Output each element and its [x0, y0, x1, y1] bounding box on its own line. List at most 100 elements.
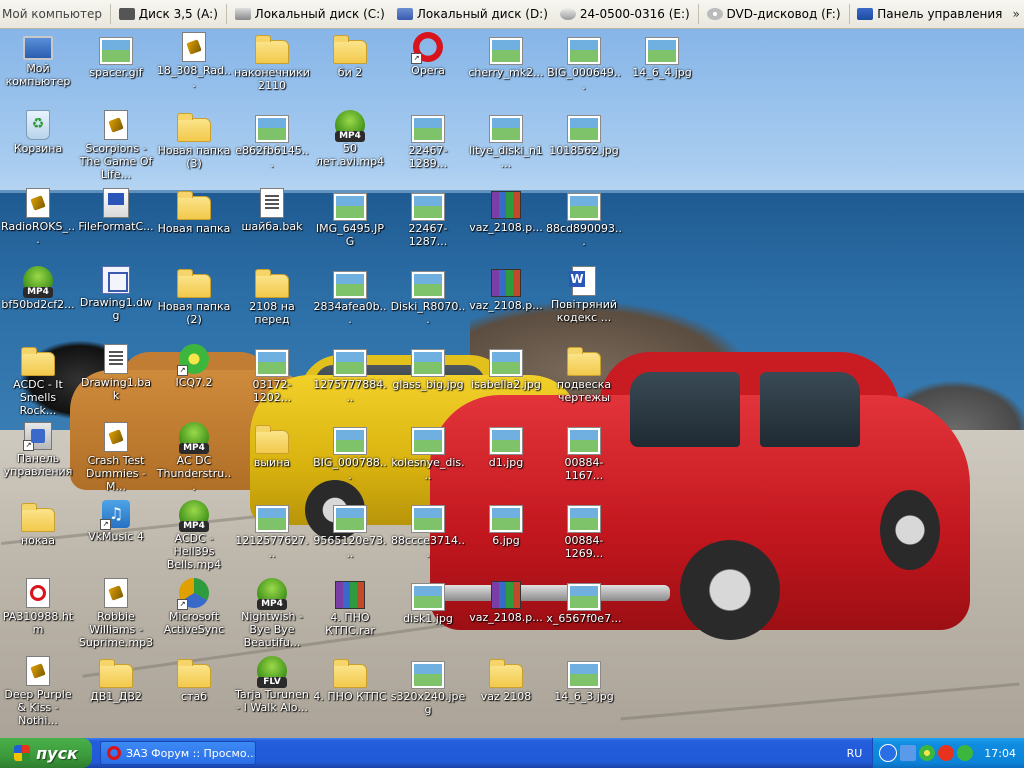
desktop-icon[interactable]: 88cd890093...	[546, 188, 622, 248]
desktop-icon[interactable]: Drawing1.bak	[78, 344, 154, 402]
desktop-icon[interactable]: Robbie Williams - Suprime.mp3	[78, 578, 154, 649]
desktop-icon[interactable]: подвеска чертежы	[546, 344, 622, 404]
image-file-icon	[490, 38, 522, 64]
desktop-icon[interactable]: 03172-1202...	[234, 344, 310, 404]
desktop-icon[interactable]: 00884-1269...	[546, 500, 622, 560]
desktop-icon[interactable]: 1212577627...	[234, 500, 310, 560]
desktop-icon[interactable]: ↗ Microsoft ActiveSync	[156, 578, 232, 636]
desktop-icon[interactable]: 14_6_3.jpg	[546, 656, 622, 703]
desktop-icon[interactable]: isabella2.jpg	[468, 344, 544, 391]
start-button[interactable]: пуск	[0, 738, 92, 768]
desktop-icon-label: стаб	[181, 690, 207, 703]
desktop-icon[interactable]: 1275777884...	[312, 344, 388, 404]
desktop-icon[interactable]: spacer.gif	[78, 32, 154, 79]
desktop-icon[interactable]: ↗ ICQ7.2	[156, 344, 232, 389]
desktop-icon-label: 22467-1289...	[408, 144, 448, 170]
toolbar-item-control-panel[interactable]: Панель управления	[851, 1, 1008, 27]
desktop-icon[interactable]: нокаа	[0, 500, 76, 547]
desktop-icon[interactable]: 6.jpg	[468, 500, 544, 547]
desktop-icon[interactable]: vaz_2108.p...	[468, 266, 544, 312]
toolbar-item-dvd-f[interactable]: DVD-дисковод (F:)	[701, 1, 847, 27]
desktop-icon[interactable]: cherry_mk2...	[468, 32, 544, 79]
desktop-icon[interactable]: ACDC - It Smells Rock...	[0, 344, 76, 417]
desktop-icon[interactable]: PA310988.htm	[0, 578, 76, 636]
desktop-icon-label: spacer.gif	[89, 66, 143, 79]
desktop-icon[interactable]: стаб	[156, 656, 232, 703]
toolbar-item-floppy-a[interactable]: Диск 3,5 (A:)	[113, 1, 224, 27]
desktop-icon[interactable]: vaz_2108.p...	[468, 188, 544, 234]
desktop-icon[interactable]: BIG_000788...	[312, 422, 388, 482]
desktop-icon[interactable]: Повітряний кодекс ...	[546, 266, 622, 324]
desktop-icon[interactable]: Tarja Turunen - I Walk Alo...	[234, 656, 310, 714]
clock[interactable]: 17:04	[984, 747, 1016, 760]
desktop-icon[interactable]: disk1.jpg	[390, 578, 466, 625]
desktop-icon[interactable]: glass_big.jpg	[390, 344, 466, 391]
desktop-icon-label: cherry_mk2...	[468, 66, 544, 79]
toolbar-item-my-computer[interactable]: Мой компьютер	[0, 1, 108, 27]
desktop-icon-label: Drawing1.bak	[81, 376, 151, 402]
desktop-icon[interactable]: 88ccce3714...	[390, 500, 466, 560]
desktop-icon[interactable]: 00884-1167...	[546, 422, 622, 482]
desktop-icon[interactable]: 22467-1289...	[390, 110, 466, 170]
desktop-icon[interactable]: 1018562.jpg	[546, 110, 622, 157]
toolbar-item-drive-c[interactable]: Локальный диск (C:)	[229, 1, 391, 27]
desktop-icon[interactable]: Drawing1.dwg	[78, 266, 154, 322]
icq-tray-icon[interactable]	[919, 745, 936, 761]
desktop-icon[interactable]: 50 лет.avi.mp4	[312, 110, 388, 168]
language-indicator[interactable]: RU	[837, 747, 873, 760]
desktop-icon[interactable]: Новая папка (2)	[156, 266, 232, 326]
desktop-icon[interactable]: 4. ПНО КТПС.rar	[312, 578, 388, 637]
network-icon[interactable]	[900, 745, 917, 761]
desktop-icon[interactable]: выина	[234, 422, 310, 469]
desktop-icon[interactable]: 14_6_4.jpg	[624, 32, 700, 79]
desktop-icon[interactable]: vaz 2108	[468, 656, 544, 703]
desktop-icon[interactable]: 9565120e73...	[312, 500, 388, 560]
desktop-icon[interactable]: IMG_6495.JPG	[312, 188, 388, 248]
desktop-icon[interactable]: Deep Purple & Kiss - Nothi...	[0, 656, 76, 727]
security-icon[interactable]	[957, 745, 974, 761]
desktop-icon[interactable]: Мой компьютер	[0, 32, 76, 88]
antivirus-icon[interactable]	[938, 745, 955, 761]
desktop-icon[interactable]: x_6567f0e7...	[546, 578, 622, 625]
desktop-icon[interactable]: Diski_R8070...	[390, 266, 466, 326]
desktop-icon[interactable]: bf50bd2cf2...	[0, 266, 76, 311]
desktop-icon[interactable]: litye_diski_n1...	[468, 110, 544, 170]
desktop-icon[interactable]: 22467-1287...	[390, 188, 466, 248]
rar-archive-icon	[491, 269, 521, 297]
desktop-icon[interactable]: BIG_000649...	[546, 32, 622, 92]
desktop-icon[interactable]: шайба.bak	[234, 188, 310, 233]
desktop-icon[interactable]: Crash Test Dummies - M...	[78, 422, 154, 493]
shortcut-arrow-icon: ↗	[411, 53, 422, 64]
desktop-icon[interactable]: ДВ1_ДВ2	[78, 656, 154, 703]
desktop-icon[interactable]: 18_308_Rad...	[156, 32, 232, 90]
desktop-icon[interactable]: 2834afea0b...	[312, 266, 388, 326]
toolbar-overflow-button[interactable]: »	[1008, 2, 1024, 26]
desktop-icon[interactable]: vaz_2108.p...	[468, 578, 544, 624]
desktop-icon[interactable]: ACDC - Hell39s Bells.mp4	[156, 500, 232, 571]
toolbar-item-drive-d[interactable]: Локальный диск (D:)	[391, 1, 554, 27]
desktop-icon[interactable]: RadioROKS_...	[0, 188, 76, 246]
desktop-icon[interactable]: ↗VkMusic 4	[78, 500, 154, 543]
desktop-icon[interactable]: ↗ Панель управления	[0, 422, 76, 478]
desktop-icon[interactable]: 2108 на перед	[234, 266, 310, 326]
desktop-icon[interactable]: e862fb6145...	[234, 110, 310, 170]
desktop-icon[interactable]: s320x240.jpeg	[390, 656, 466, 716]
desktop-icon[interactable]: AC DC Thunderstru...	[156, 422, 232, 493]
document-file-icon	[104, 578, 128, 608]
desktop-icon[interactable]: Новая папка (3)	[156, 110, 232, 170]
desktop-icon[interactable]: наконечники 2110	[234, 32, 310, 92]
desktop-icon[interactable]: Новая папка	[156, 188, 232, 235]
desktop-icon[interactable]: kolesnye_dis...	[390, 422, 466, 482]
desktop-icon[interactable]: Scorpions - The Game Of Life...	[78, 110, 154, 181]
desktop-icon-label: kolesnye_dis...	[391, 456, 465, 482]
desktop-icon[interactable]: Nightwish - Bye Bye Beautifu...	[234, 578, 310, 649]
toolbar-item-drive-e[interactable]: 24-0500-0316 (E:)	[554, 1, 696, 27]
desktop-icon[interactable]: би 2	[312, 32, 388, 79]
desktop-icon[interactable]: FileFormatC...	[78, 188, 154, 233]
taskbar-task-opera[interactable]: ЗАЗ Форум :: Просмо...	[100, 741, 256, 765]
desktop-icon[interactable]: 4. ПНО КТПС	[312, 656, 388, 703]
tray-expand-icon[interactable]	[879, 744, 898, 762]
desktop-icon[interactable]: ↗ Opera	[390, 32, 466, 77]
desktop-icon[interactable]: Корзина	[0, 110, 76, 155]
desktop-icon[interactable]: d1.jpg	[468, 422, 544, 469]
